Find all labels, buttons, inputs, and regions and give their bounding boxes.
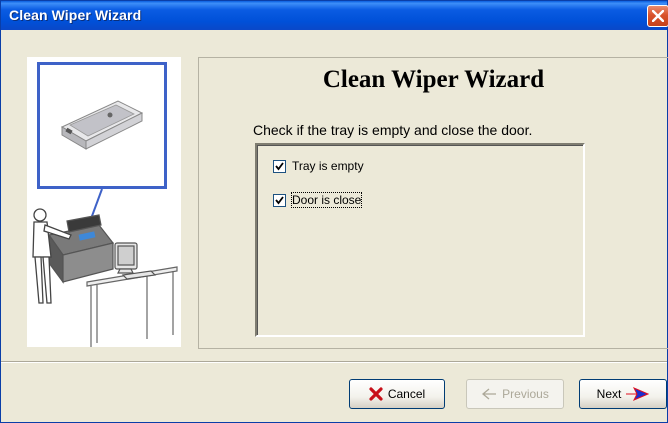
- checkmark-icon: [275, 161, 284, 170]
- previous-label: Previous: [502, 387, 549, 401]
- checkbox-label: Door is close: [290, 192, 363, 208]
- next-label: Next: [596, 387, 622, 401]
- forward-arrow-icon: [626, 387, 650, 401]
- back-arrow-icon: [482, 388, 497, 400]
- checkbox-box[interactable]: [273, 159, 286, 173]
- wiper-tray-image: [60, 100, 144, 150]
- checkmark-icon: [275, 195, 284, 204]
- close-icon: [652, 10, 664, 22]
- button-divider: [1, 361, 667, 363]
- wizard-illustration-panel: [27, 57, 181, 347]
- door-close-checkbox[interactable]: Door is close: [273, 192, 363, 208]
- title-bar[interactable]: Clean Wiper Wizard: [1, 1, 668, 30]
- wizard-window: Clean Wiper Wizard Clean Wiper Wizard Ch…: [0, 0, 668, 423]
- close-button[interactable]: [647, 5, 668, 27]
- wizard-content-panel: Clean Wiper Wizard Check if the tray is …: [198, 57, 668, 349]
- red-x-icon: [369, 387, 383, 401]
- tray-photo-frame: [37, 62, 167, 189]
- checkbox-box[interactable]: [273, 193, 286, 207]
- wizard-heading: Clean Wiper Wizard: [322, 66, 545, 93]
- next-button[interactable]: Next: [579, 379, 667, 409]
- checklist-box: Tray is empty Door is close: [255, 143, 585, 337]
- cancel-button[interactable]: Cancel: [349, 379, 445, 409]
- previous-button[interactable]: Previous: [466, 379, 564, 409]
- checkbox-label: Tray is empty: [292, 159, 364, 173]
- cancel-label: Cancel: [387, 387, 426, 401]
- wizard-instruction: Check if the tray is empty and close the…: [253, 122, 533, 138]
- tray-empty-checkbox[interactable]: Tray is empty: [273, 159, 364, 173]
- window-title: Clean Wiper Wizard: [9, 7, 142, 23]
